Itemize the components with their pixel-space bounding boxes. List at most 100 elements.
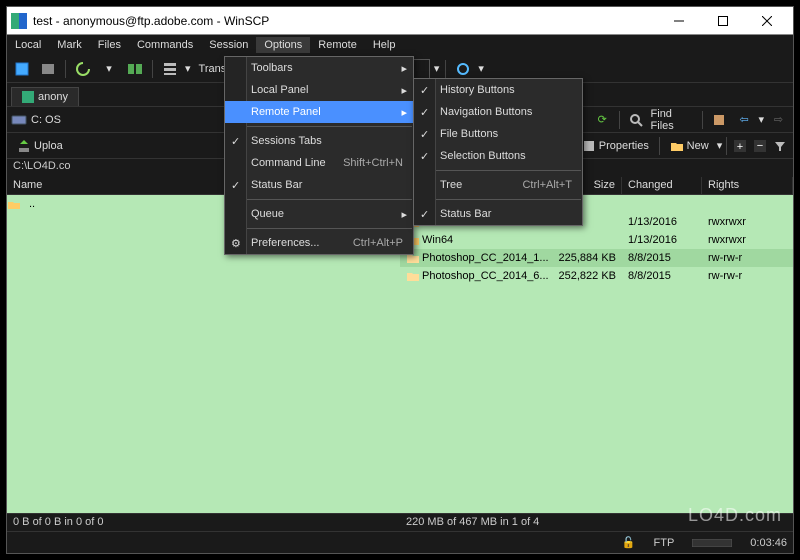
menu-session[interactable]: Session	[201, 37, 256, 53]
check-icon: ✓	[420, 128, 429, 141]
watermark: LO4D.com	[688, 505, 782, 526]
separator	[702, 111, 703, 129]
sites-icon[interactable]	[37, 58, 59, 80]
col-rights[interactable]: Rights	[702, 177, 793, 194]
menu-label: Navigation Buttons	[440, 106, 532, 118]
menu-commands[interactable]: Commands	[129, 37, 201, 53]
menu-item-history-buttons[interactable]: ✓History Buttons	[414, 79, 582, 101]
remote-pane: Name Size Changed Rights ..Win321/13/201…	[400, 177, 793, 513]
menu-label: Command Line	[251, 157, 326, 169]
lock-icon: 🔓	[622, 536, 636, 549]
chevron-down-icon[interactable]: ▾	[185, 62, 191, 75]
remote-file-list[interactable]: ..Win321/13/2016rwxrwxrWin641/13/2016rwx…	[400, 195, 793, 513]
upload-button[interactable]: Uploa	[11, 137, 69, 155]
pane-status-row: 0 B of 0 B in 0 of 0 220 MB of 467 MB in…	[7, 513, 793, 531]
search-icon[interactable]	[626, 109, 647, 131]
menu-item-queue[interactable]: Queue▸	[225, 203, 413, 225]
find-files-label[interactable]: Find Files	[651, 108, 696, 132]
table-row[interactable]: Photoshop_CC_2014_6...252,822 KB8/8/2015…	[400, 267, 793, 285]
compare-icon[interactable]	[124, 58, 146, 80]
menu-item-file-buttons[interactable]: ✓File Buttons	[414, 123, 582, 145]
gear-icon: ⚙	[231, 237, 241, 250]
col-changed[interactable]: Changed	[622, 177, 702, 194]
separator	[726, 137, 727, 155]
menu-label: Sessions Tabs	[251, 135, 322, 147]
menu-local[interactable]: Local	[7, 37, 49, 53]
refresh-icon[interactable]: ⟳	[592, 109, 613, 131]
check-icon: ✓	[420, 106, 429, 119]
menu-label: Status Bar	[440, 208, 491, 220]
menu-item-remote-panel[interactable]: Remote Panel▸	[225, 101, 413, 123]
menu-label: Status Bar	[251, 179, 302, 191]
new-session-icon[interactable]	[11, 58, 33, 80]
local-drive-label[interactable]: C: OS	[31, 114, 61, 126]
properties-icon	[582, 139, 596, 153]
session-tab[interactable]: anony	[11, 87, 79, 106]
protocol-label: FTP	[654, 537, 675, 549]
table-row[interactable]: Win641/13/2016rwxrwxr	[400, 231, 793, 249]
chevron-right-icon: ▸	[401, 62, 407, 75]
file-rights: rwxrwxr	[702, 216, 793, 228]
local-status: 0 B of 0 B in 0 of 0	[7, 514, 400, 531]
check-icon: ✓	[420, 84, 429, 97]
dropdown-icon[interactable]: ▾	[98, 58, 120, 80]
minus-icon[interactable]: −	[751, 135, 769, 157]
titlebar: test - anonymous@ftp.adobe.com - WinSCP	[7, 7, 793, 35]
chevron-down-icon[interactable]: ▾	[478, 62, 484, 75]
menu-options[interactable]: Options	[256, 37, 310, 53]
forward-arrow-icon[interactable]: ⇨	[768, 109, 789, 131]
session-tab-label: anony	[38, 91, 68, 103]
file-rights: rw-rw-r	[702, 252, 793, 264]
queue-icon[interactable]	[159, 58, 181, 80]
file-icon	[406, 269, 420, 283]
close-button[interactable]	[745, 7, 789, 35]
filter-icon[interactable]	[771, 135, 789, 157]
refresh-icon[interactable]	[452, 58, 474, 80]
new-button[interactable]: New	[664, 137, 715, 155]
menu-item-selection-buttons[interactable]: ✓Selection Buttons	[414, 145, 582, 167]
menu-item-local-panel[interactable]: Local Panel▸	[225, 79, 413, 101]
menu-item-navigation-buttons[interactable]: ✓ Navigation Buttons	[414, 101, 582, 123]
file-rights: rwxrwxr	[702, 234, 793, 246]
menu-label: Local Panel	[251, 84, 309, 96]
menu-item-tree[interactable]: TreeCtrl+Alt+T	[414, 174, 582, 196]
menu-item-toolbars[interactable]: Toolbars▸	[225, 57, 413, 79]
check-icon: ✓	[420, 208, 429, 221]
chevron-down-icon[interactable]: ▾	[434, 62, 440, 75]
upload-icon	[17, 139, 31, 153]
menu-files[interactable]: Files	[90, 37, 129, 53]
bookmark-icon[interactable]	[709, 109, 730, 131]
chevron-down-icon[interactable]: ▾	[717, 139, 723, 152]
menu-item-command-line[interactable]: Command LineShift+Ctrl+N	[225, 152, 413, 174]
menu-separator	[415, 199, 581, 200]
menu-separator	[226, 199, 412, 200]
file-changed: 8/8/2015	[622, 270, 702, 282]
separator	[659, 137, 660, 155]
menu-help[interactable]: Help	[365, 37, 404, 53]
file-changed: 8/8/2015	[622, 252, 702, 264]
svg-text:−: −	[757, 140, 763, 152]
table-row[interactable]: Photoshop_CC_2014_1...225,884 KB8/8/2015…	[400, 249, 793, 267]
menu-item-status-bar[interactable]: ✓ Status Bar	[414, 203, 582, 225]
chevron-down-icon[interactable]: ▾	[759, 113, 765, 126]
file-rights: rw-rw-r	[702, 270, 793, 282]
sync-icon[interactable]	[72, 58, 94, 80]
file-name: Photoshop_CC_2014_1...	[422, 252, 549, 264]
plus-icon[interactable]: +	[731, 135, 749, 157]
menu-mark[interactable]: Mark	[49, 37, 89, 53]
time-label: 0:03:46	[750, 537, 787, 549]
back-arrow-icon[interactable]: ⇦	[734, 109, 755, 131]
menu-remote[interactable]: Remote	[310, 37, 365, 53]
menu-label: Remote Panel	[251, 106, 321, 118]
properties-button[interactable]: Properties	[576, 137, 655, 155]
new-folder-icon	[670, 139, 684, 153]
separator	[65, 60, 66, 78]
shortcut-label: Ctrl+Alt+T	[522, 179, 572, 191]
menu-item-preferences-[interactable]: ⚙Preferences...Ctrl+Alt+P	[225, 232, 413, 254]
menu-item-sessions-tabs[interactable]: ✓Sessions Tabs	[225, 130, 413, 152]
minimize-button[interactable]	[657, 7, 701, 35]
maximize-button[interactable]	[701, 7, 745, 35]
menu-item-status-bar[interactable]: ✓Status Bar	[225, 174, 413, 196]
menu-separator	[226, 126, 412, 127]
status-bar: 🔓 FTP 0:03:46	[7, 531, 793, 553]
